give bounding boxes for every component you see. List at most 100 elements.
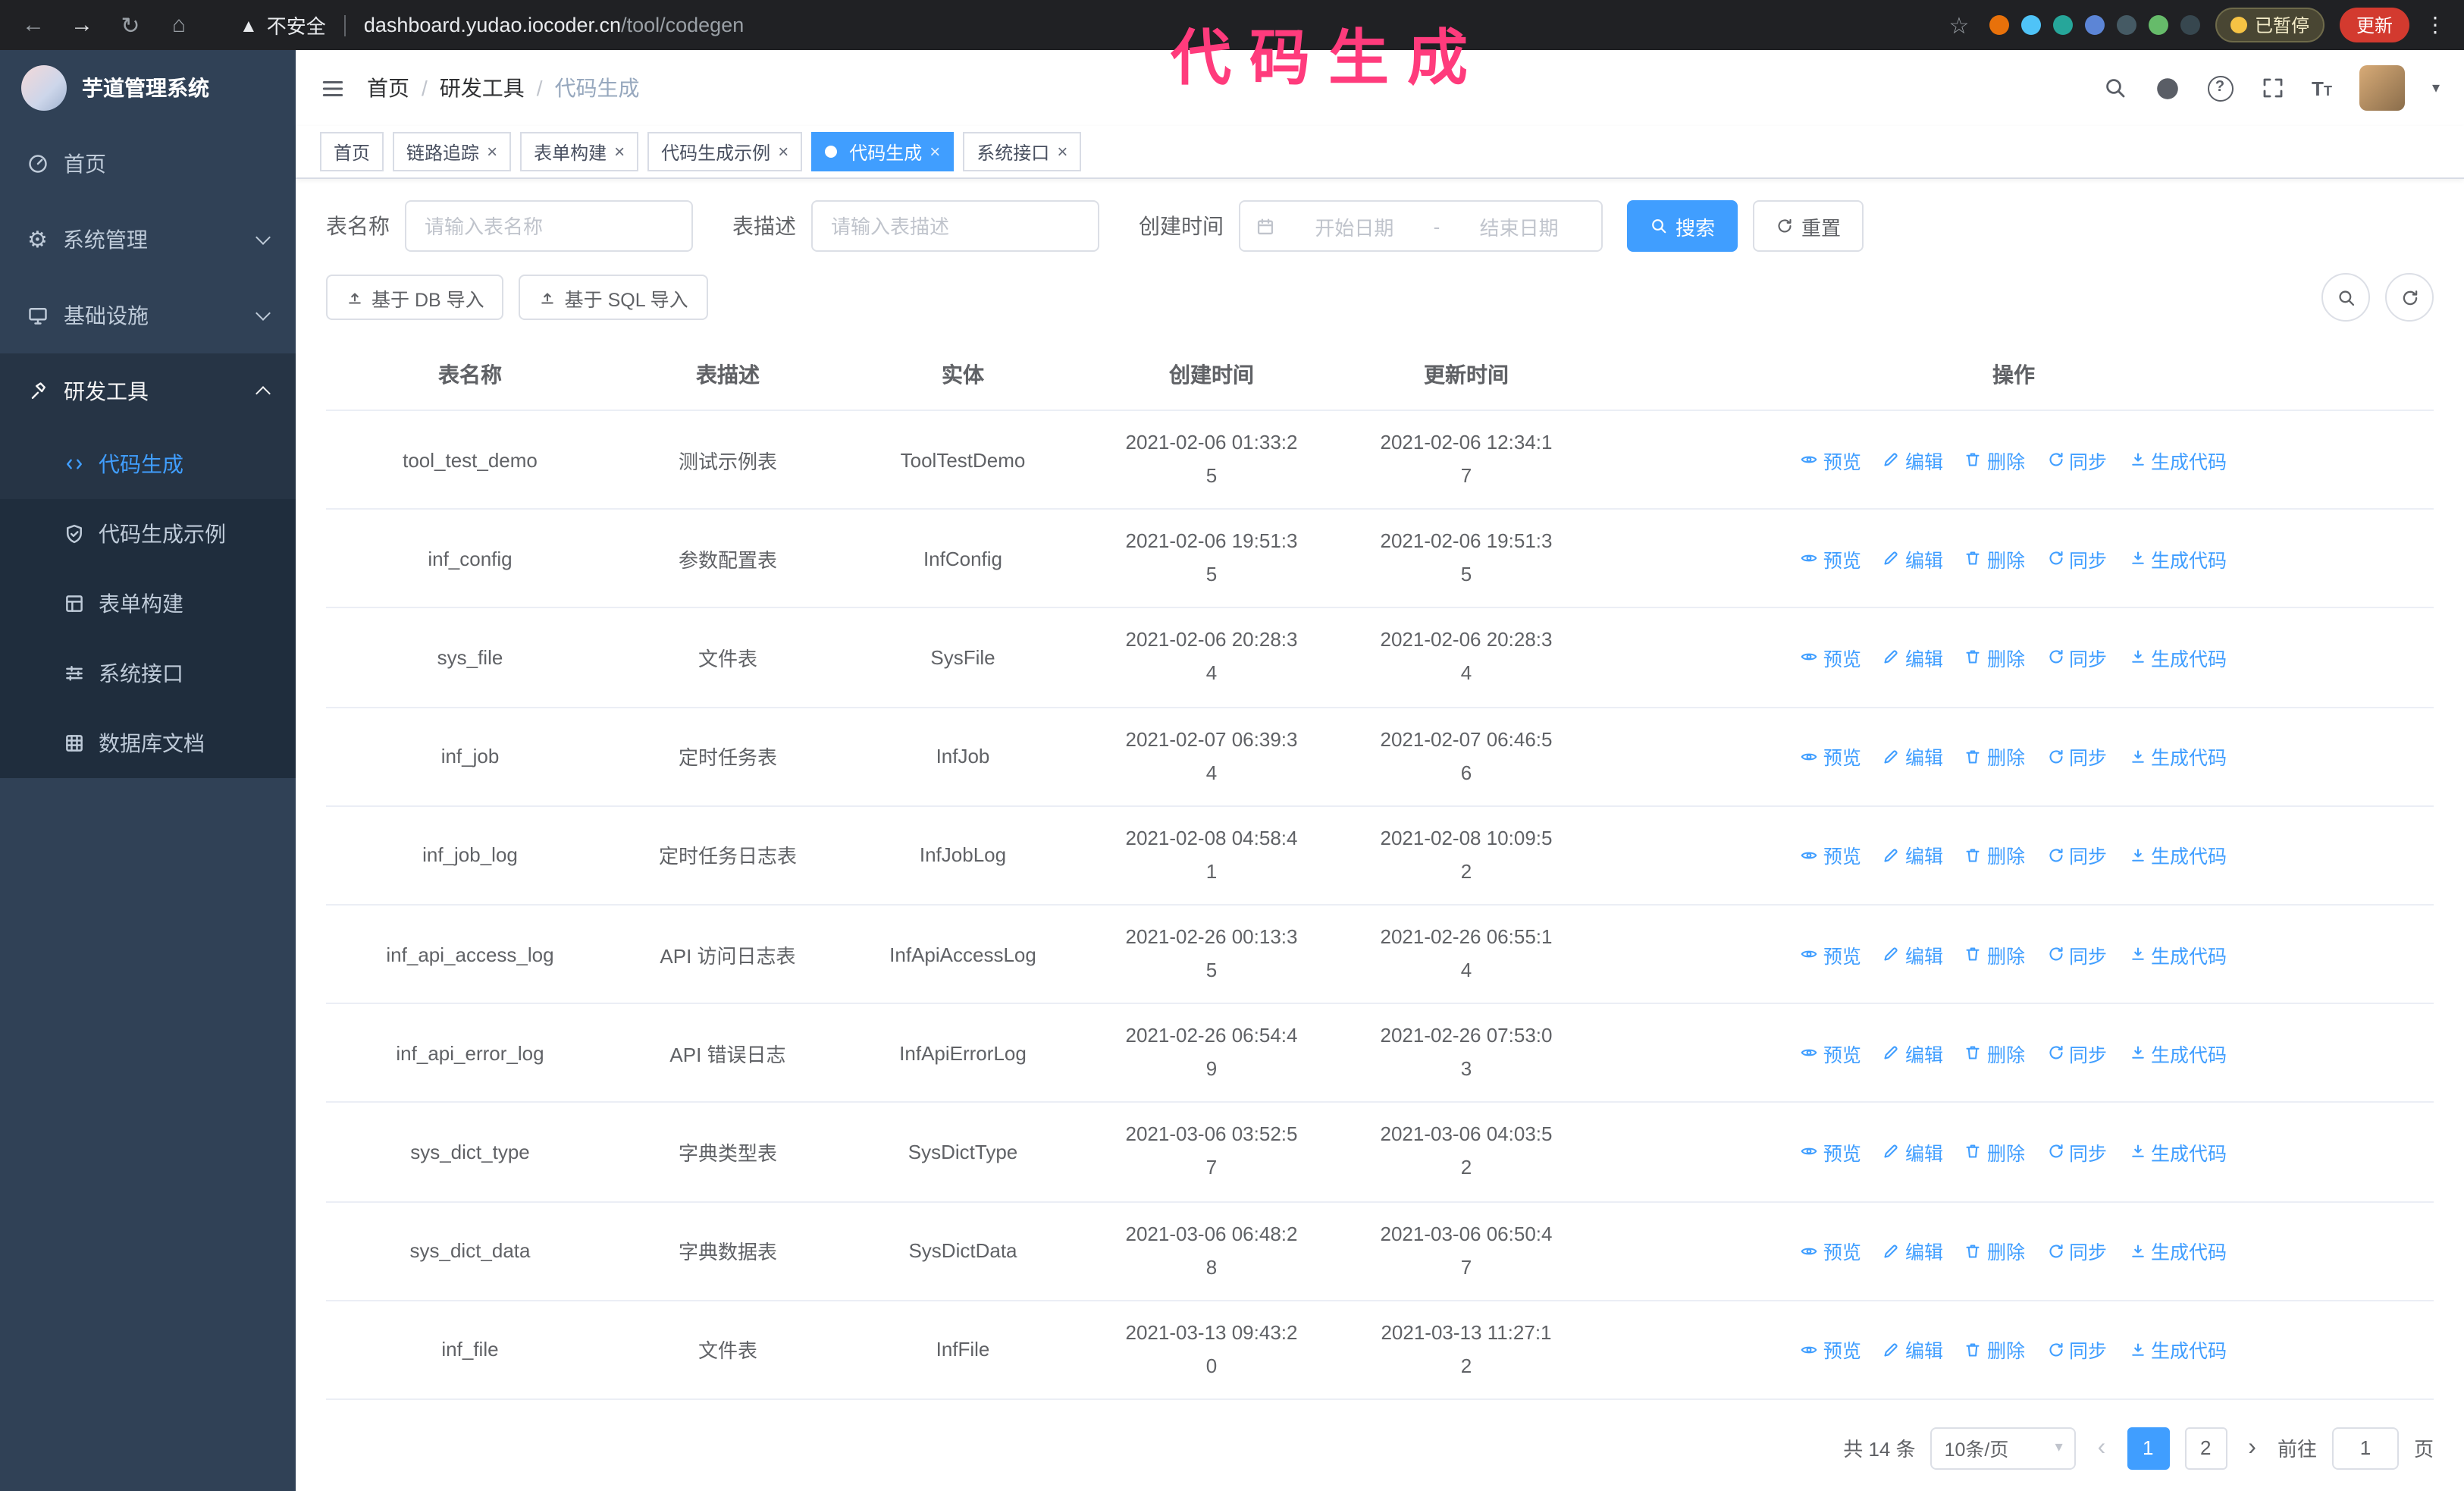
update-button[interactable]: 更新 <box>2339 8 2409 42</box>
sidebar-item-home[interactable]: 首页 <box>0 126 296 202</box>
extension-icon[interactable] <box>2084 15 2105 35</box>
home-icon[interactable]: ⌂ <box>164 12 194 38</box>
sync-link[interactable]: 同步 <box>2046 1138 2107 1166</box>
sidebar-item-codegen[interactable]: 代码生成 <box>0 429 296 499</box>
sync-link[interactable]: 同步 <box>2046 742 2107 771</box>
tab-trace[interactable]: 链路追踪 × <box>393 132 512 171</box>
delete-link[interactable]: 删除 <box>1964 940 2025 968</box>
preview-link[interactable]: 预览 <box>1801 742 1861 771</box>
back-icon[interactable]: ← <box>18 12 49 38</box>
sidebar-item-db-doc[interactable]: 数据库文档 <box>0 708 296 778</box>
page-button-2[interactable]: 2 <box>2184 1427 2227 1470</box>
edit-link[interactable]: 编辑 <box>1882 1138 1943 1166</box>
sync-link[interactable]: 同步 <box>2046 1336 2107 1364</box>
delete-link[interactable]: 删除 <box>1964 841 2025 870</box>
extension-icon[interactable] <box>2180 15 2200 35</box>
toggle-search-button[interactable] <box>2321 273 2370 322</box>
preview-link[interactable]: 预览 <box>1801 545 1861 573</box>
preview-link[interactable]: 预览 <box>1801 1336 1861 1364</box>
tab-api[interactable]: 系统接口 × <box>963 132 1082 171</box>
edit-link[interactable]: 编辑 <box>1882 742 1943 771</box>
reload-icon[interactable]: ↻ <box>115 11 146 39</box>
extension-icon[interactable] <box>2116 15 2136 35</box>
sync-link[interactable]: 同步 <box>2046 1236 2107 1265</box>
edit-link[interactable]: 编辑 <box>1882 545 1943 573</box>
import-db-button[interactable]: 基于 DB 导入 <box>326 275 504 320</box>
tab-form-builder[interactable]: 表单构建 × <box>520 132 639 171</box>
sidebar-item-codegen-example[interactable]: 代码生成示例 <box>0 499 296 569</box>
close-icon[interactable]: × <box>929 143 940 161</box>
prev-page-button[interactable]: ‹ <box>2092 1435 2112 1462</box>
generate-code-link[interactable]: 生成代码 <box>2128 841 2227 870</box>
preview-link[interactable]: 预览 <box>1801 1236 1861 1265</box>
edit-link[interactable]: 编辑 <box>1882 445 1943 474</box>
breadcrumb-devtools[interactable]: 研发工具 <box>440 73 525 103</box>
generate-code-link[interactable]: 生成代码 <box>2128 643 2227 672</box>
generate-code-link[interactable]: 生成代码 <box>2128 545 2227 573</box>
generate-code-link[interactable]: 生成代码 <box>2128 940 2227 968</box>
delete-link[interactable]: 删除 <box>1964 545 2025 573</box>
sync-link[interactable]: 同步 <box>2046 841 2107 870</box>
help-icon[interactable]: ? <box>2207 75 2234 101</box>
edit-link[interactable]: 编辑 <box>1882 940 1943 968</box>
breadcrumb-home[interactable]: 首页 <box>367 73 409 103</box>
date-range-picker[interactable]: 开始日期 - 结束日期 <box>1239 200 1603 252</box>
extension-icon[interactable] <box>2052 15 2073 35</box>
app-logo[interactable]: 芋道管理系统 <box>0 50 296 126</box>
preview-link[interactable]: 预览 <box>1801 1138 1861 1166</box>
generate-code-link[interactable]: 生成代码 <box>2128 1038 2227 1067</box>
search-icon[interactable] <box>2102 76 2127 100</box>
github-icon[interactable] <box>2154 75 2180 101</box>
next-page-button[interactable]: › <box>2242 1435 2262 1462</box>
preview-link[interactable]: 预览 <box>1801 445 1861 474</box>
delete-link[interactable]: 删除 <box>1964 1236 2025 1265</box>
sync-link[interactable]: 同步 <box>2046 545 2107 573</box>
extension-icon[interactable] <box>1989 15 2009 35</box>
tab-codegen-example[interactable]: 代码生成示例 × <box>647 132 803 171</box>
delete-link[interactable]: 删除 <box>1964 1038 2025 1067</box>
extension-icon[interactable] <box>2148 15 2168 35</box>
delete-link[interactable]: 删除 <box>1964 643 2025 672</box>
hamburger-icon[interactable] <box>320 75 346 101</box>
kebab-menu-icon[interactable]: ⋮ <box>2425 12 2446 38</box>
sync-link[interactable]: 同步 <box>2046 445 2107 474</box>
sidebar-item-system[interactable]: ⚙ 系统管理 <box>0 202 296 278</box>
import-sql-button[interactable]: 基于 SQL 导入 <box>519 275 708 320</box>
reset-button[interactable]: 重置 <box>1753 200 1864 252</box>
edit-link[interactable]: 编辑 <box>1882 1038 1943 1067</box>
sidebar-item-devtools[interactable]: 研发工具 <box>0 353 296 429</box>
font-size-icon[interactable]: TT <box>2312 77 2332 99</box>
generate-code-link[interactable]: 生成代码 <box>2128 742 2227 771</box>
user-avatar[interactable] <box>2359 65 2405 111</box>
goto-page-input[interactable] <box>2331 1427 2399 1470</box>
edit-link[interactable]: 编辑 <box>1882 1236 1943 1265</box>
page-button-1[interactable]: 1 <box>2127 1427 2170 1470</box>
paused-badge[interactable]: 已暂停 <box>2215 8 2324 42</box>
sidebar-item-form-builder[interactable]: 表单构建 <box>0 569 296 639</box>
delete-link[interactable]: 删除 <box>1964 1138 2025 1166</box>
generate-code-link[interactable]: 生成代码 <box>2128 1336 2227 1364</box>
address-bar[interactable]: dashboard.yudao.iocoder.cn/tool/codegen <box>364 14 744 36</box>
table-desc-input[interactable] <box>811 200 1099 252</box>
sidebar-item-api[interactable]: 系统接口 <box>0 639 296 708</box>
edit-link[interactable]: 编辑 <box>1882 841 1943 870</box>
forward-icon[interactable]: → <box>67 12 97 38</box>
extension-icon[interactable] <box>2020 15 2041 35</box>
bookmark-star-icon[interactable]: ☆ <box>1944 11 1974 39</box>
search-button[interactable]: 搜索 <box>1627 200 1738 252</box>
security-chip[interactable]: ▲ 不安全 <box>240 11 326 39</box>
sidebar-item-infra[interactable]: 基础设施 <box>0 278 296 353</box>
refresh-table-button[interactable] <box>2385 273 2434 322</box>
sync-link[interactable]: 同步 <box>2046 643 2107 672</box>
caret-down-icon[interactable]: ▾ <box>2432 80 2440 96</box>
close-icon[interactable]: × <box>1057 143 1067 161</box>
edit-link[interactable]: 编辑 <box>1882 1336 1943 1364</box>
delete-link[interactable]: 删除 <box>1964 742 2025 771</box>
tab-home[interactable]: 首页 <box>320 132 384 171</box>
close-icon[interactable]: × <box>614 143 625 161</box>
page-size-select[interactable]: 10条/页 ▾ <box>1930 1427 2077 1470</box>
edit-link[interactable]: 编辑 <box>1882 643 1943 672</box>
generate-code-link[interactable]: 生成代码 <box>2128 445 2227 474</box>
preview-link[interactable]: 预览 <box>1801 643 1861 672</box>
generate-code-link[interactable]: 生成代码 <box>2128 1236 2227 1265</box>
